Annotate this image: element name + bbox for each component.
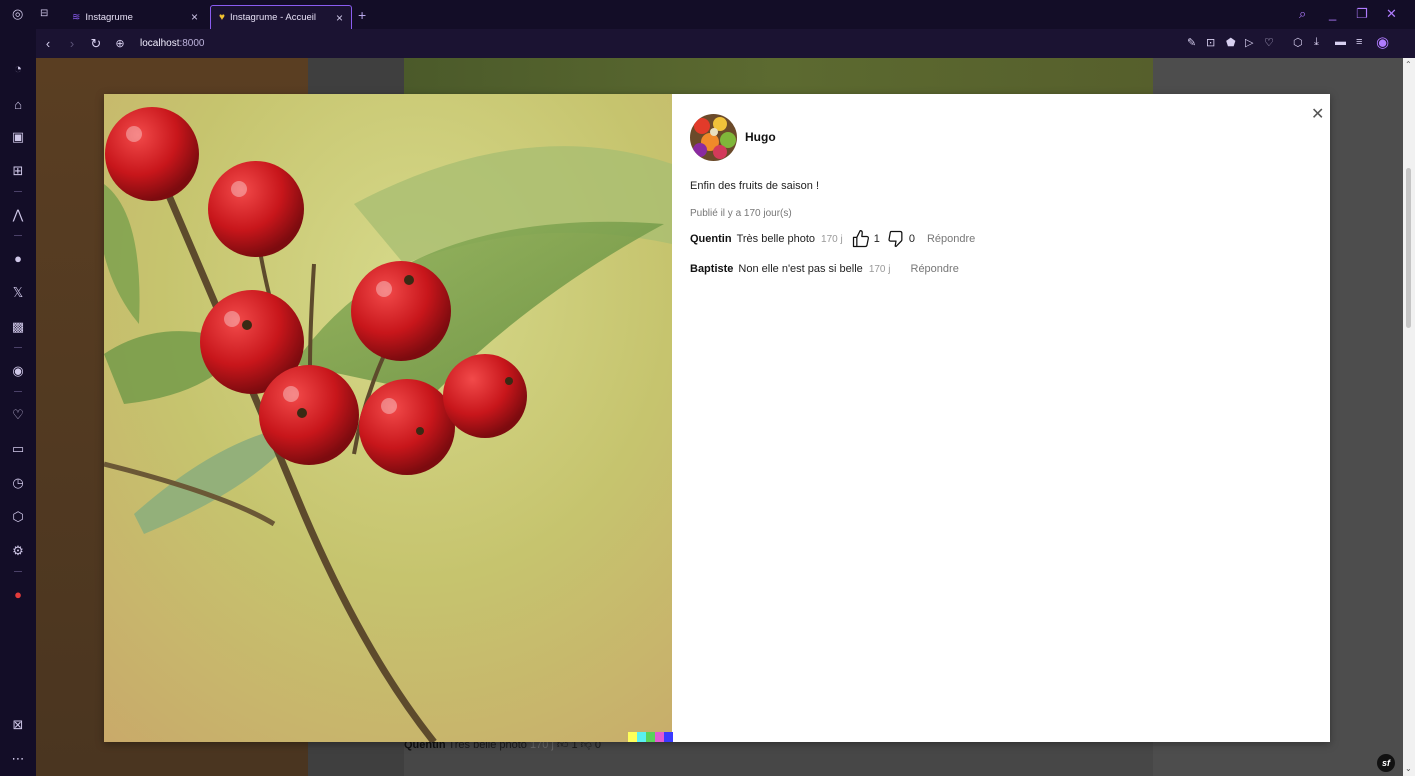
search-icon[interactable]: ⌕ <box>1299 6 1306 22</box>
flow-icon[interactable]: ⋀ <box>0 207 36 223</box>
tab-close-icon[interactable]: × <box>191 10 198 24</box>
profile-avatar-icon[interactable]: ◉ <box>1376 33 1389 51</box>
reply-button[interactable]: Répondre <box>911 263 959 275</box>
author-name[interactable]: Hugo <box>745 130 776 144</box>
history-icon[interactable]: ◷ <box>0 475 36 491</box>
tab-instagrume-accueil[interactable]: ♥ Instagrume - Accueil × <box>210 5 352 29</box>
sidebar-divider <box>14 391 22 392</box>
site-info-icon[interactable]: ⊕ <box>108 37 132 50</box>
tab-favicon-icon: ♥ <box>219 12 225 23</box>
url-host: localhost <box>140 38 180 49</box>
post-author: Hugo <box>690 112 1310 162</box>
restore-icon[interactable]: ❐ <box>1356 6 1368 22</box>
post-photo <box>104 94 672 742</box>
shield-icon[interactable]: ⬟ <box>1226 36 1236 49</box>
heart-icon[interactable]: ♡ <box>0 407 36 423</box>
background-post-image <box>404 58 1153 98</box>
more-icon[interactable]: ⋯ <box>0 751 36 767</box>
speed-dial-icon[interactable]: ◔ <box>0 61 36 76</box>
avatar[interactable] <box>690 113 737 161</box>
new-tab-icon[interactable]: + <box>358 7 366 23</box>
tab-close-icon[interactable]: × <box>336 11 343 25</box>
avatar-fruits-icon <box>690 113 737 161</box>
download-icon[interactable]: ⤓ <box>1314 36 1319 49</box>
scrollbar-thumb[interactable] <box>1406 168 1411 328</box>
back-icon[interactable]: ‹ <box>36 36 60 51</box>
thumbs-down-icon[interactable] <box>886 229 906 249</box>
battery-icon[interactable]: ▬ <box>1335 36 1346 48</box>
scroll-down-icon[interactable]: ⌄ <box>1405 764 1412 773</box>
player-icon[interactable]: ◉ <box>0 363 36 379</box>
browser-sidebar: ◔ ⌂ ▣ ⊞ ⋀ ● 𝕏 ▩ ◉ ♡ ▭ ◷ ⬡ ⚙ ● ⊠ ⋯ <box>0 29 36 776</box>
sidebar-divider <box>14 191 22 192</box>
gallery-icon[interactable]: ⊠ <box>0 717 36 733</box>
dial-icon[interactable]: ⊞ <box>0 163 36 179</box>
post-caption: Enfin des fruits de saison ! <box>690 180 820 192</box>
comment-age: 170 j <box>821 233 843 245</box>
cube-icon[interactable]: ⬡ <box>1293 36 1303 49</box>
sidebar-divider <box>14 235 22 236</box>
tab-label: Instagrume <box>85 11 133 23</box>
edit-icon[interactable]: ✎ <box>1187 36 1196 49</box>
shopping-bag-icon[interactable]: ⌂ <box>0 97 36 112</box>
url-field[interactable]: localhost:8000 <box>140 38 205 49</box>
sidebar-divider <box>14 347 22 348</box>
minimize-icon[interactable]: _ <box>1329 6 1336 21</box>
send-icon[interactable]: ▷ <box>1245 36 1253 49</box>
cube-icon[interactable]: ⬡ <box>0 509 36 525</box>
tab-instagrume[interactable]: ≋ Instagrume × <box>64 5 206 29</box>
scroll-up-icon[interactable]: ⌃ <box>1405 60 1412 69</box>
thumbs-up-icon[interactable] <box>851 229 871 249</box>
forward-icon[interactable]: › <box>60 36 84 51</box>
post-modal: ✕ Hugo Enfin des fruits de saison ! Publ… <box>104 94 1330 742</box>
extension-icon[interactable]: ● <box>0 587 36 602</box>
close-window-icon[interactable]: ✕ <box>1386 6 1397 22</box>
comment-user[interactable]: Baptiste <box>690 263 733 275</box>
comment-row: Quentin Très belle photo 170 j 1 0 Répon… <box>690 229 1310 249</box>
color-test-bar <box>628 732 673 742</box>
like-count: 1 <box>873 233 880 245</box>
comment-text: Non elle n'est pas si belle <box>738 263 863 275</box>
post-date: Publié il y a 170 jour(s) <box>690 208 792 219</box>
x-icon[interactable]: 𝕏 <box>0 285 36 301</box>
page-scrollbar[interactable]: ⌃ ⌄ <box>1403 58 1415 776</box>
reply-button[interactable]: Répondre <box>927 233 975 245</box>
workspaces-icon[interactable]: ⊟ <box>40 8 48 19</box>
comment-age: 170 j <box>868 263 891 275</box>
post-details-panel: Hugo Enfin des fruits de saison ! Publié… <box>690 112 1310 279</box>
comment-text: Très belle photo <box>736 233 816 245</box>
chat-icon[interactable]: ▭ <box>0 441 36 457</box>
comment-user[interactable]: Quentin <box>690 233 732 245</box>
settings-icon[interactable]: ⚙ <box>0 543 36 559</box>
sidebar-divider <box>14 571 22 572</box>
symfony-toolbar-icon[interactable]: sf <box>1377 754 1395 772</box>
comment-row: Baptiste Non elle n'est pas si belle 170… <box>690 259 1310 279</box>
heart-icon[interactable]: ♡ <box>1264 36 1274 49</box>
tab-favicon-icon: ≋ <box>72 11 81 23</box>
camera-icon[interactable]: ⊡ <box>1206 36 1215 49</box>
reload-icon[interactable]: ↻ <box>84 36 108 52</box>
browser-logo-icon[interactable]: ◎ <box>12 6 23 22</box>
discord-icon[interactable]: ▩ <box>0 319 36 335</box>
twitch-icon[interactable]: ▣ <box>0 129 36 145</box>
menu-icon[interactable]: ≡ <box>1356 36 1362 48</box>
url-port: :8000 <box>179 38 205 49</box>
close-modal-icon[interactable]: ✕ <box>1311 104 1324 124</box>
tab-label: Instagrume - Accueil <box>229 12 317 23</box>
tab-bar: ◎ ⊟ ≋ Instagrume × ♥ Instagrume - Accuei… <box>0 0 1415 29</box>
telegram-icon[interactable]: ● <box>0 251 36 266</box>
dislike-count: 0 <box>908 233 915 245</box>
address-bar: ‹ › ↻ ⊕ localhost:8000 ✎ ⊡ ⬟ ▷ ♡ ⬡ ⤓ ▬ ≡… <box>36 29 1415 58</box>
